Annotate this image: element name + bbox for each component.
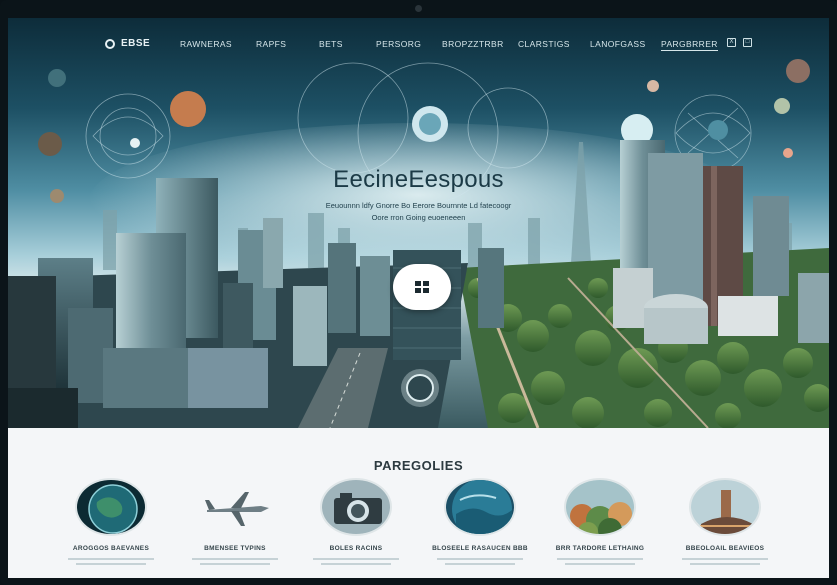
category-card[interactable]: BBEOLOAIL BEAVIEOS <box>670 478 780 565</box>
airplane-icon <box>199 478 271 536</box>
nav-link-5[interactable]: BROPZZTRBR <box>442 39 504 49</box>
twitter-icon[interactable]: X <box>727 38 736 47</box>
card-label: AROGGOS BAEVANES <box>72 545 150 552</box>
laptop-frame: EBSE RAWNERAS RAPFS BETS PERSORG BROPZZT… <box>0 0 837 585</box>
category-card[interactable]: BMENSEE TVPINS <box>180 478 290 565</box>
nav-link-3[interactable]: BETS <box>319 39 343 49</box>
card-text-line <box>76 563 146 565</box>
card-label: BLOSEELE RASAUCEN BBB <box>432 545 528 552</box>
landmark-icon <box>689 478 761 536</box>
share-icon[interactable]: □ <box>743 38 752 47</box>
card-text-line <box>321 563 391 565</box>
card-label: BOLES RACINS <box>329 545 383 552</box>
nav-link-1[interactable]: RAWNERAS <box>180 39 232 49</box>
category-card[interactable]: BLOSEELE RASAUCEN BBB <box>425 478 535 565</box>
camera-icon <box>320 478 392 536</box>
hero-cta-button[interactable] <box>393 264 451 310</box>
logo-text: EBSE <box>121 38 151 49</box>
hero-banner: EBSE RAWNERAS RAPFS BETS PERSORG BROPZZT… <box>8 18 829 428</box>
nav-link-7[interactable]: LANOFGASS <box>590 39 646 49</box>
logo-mark-icon <box>105 38 115 49</box>
nav-link-2[interactable]: RAPFS <box>256 39 286 49</box>
hero-subtitle-line-2: Oore rron Going euoeneeen <box>371 213 466 222</box>
category-card[interactable]: BRR TARDORE LETHAING <box>545 478 655 565</box>
ocean-planet-icon <box>444 478 516 536</box>
card-text-line <box>437 558 523 560</box>
earth-globe-icon <box>75 478 147 536</box>
webcam <box>415 5 422 12</box>
site-logo[interactable]: EBSE <box>105 38 150 49</box>
grid-icon <box>415 281 429 293</box>
category-card[interactable]: AROGGOS BAEVANES <box>56 478 166 565</box>
card-label: BRR TARDORE LETHAING <box>555 545 645 552</box>
card-text-line <box>192 558 278 560</box>
landscape-icon <box>564 478 636 536</box>
card-text-line <box>565 563 635 565</box>
card-text-line <box>690 563 760 565</box>
hero-subtitle-line-1: Eeuounnn ldfy Gnorre Bo Eerore Bournnte … <box>325 201 512 210</box>
top-navigation: EBSE RAWNERAS RAPFS BETS PERSORG BROPZZT… <box>8 18 829 68</box>
card-text-line <box>68 558 154 560</box>
categories-section: PAREGOLIES AROGGOS BAEVANES BMENSEE TVPI… <box>8 428 829 578</box>
card-text-line <box>313 558 399 560</box>
hero-title: EecineEespous <box>333 166 504 193</box>
nav-link-6[interactable]: CLARSTIGS <box>518 39 570 49</box>
browser-screen: EBSE RAWNERAS RAPFS BETS PERSORG BROPZZT… <box>8 18 829 578</box>
nav-link-4[interactable]: PERSORG <box>376 39 421 49</box>
card-text-line <box>682 558 768 560</box>
section-title: PAREGOLIES <box>373 458 464 473</box>
card-text-line <box>445 563 515 565</box>
card-text-line <box>200 563 270 565</box>
nav-link-8-active[interactable]: PARGBRRER <box>661 39 718 51</box>
card-label: BBEOLOAIL BEAVIEOS <box>685 545 765 552</box>
card-label: BMENSEE TVPINS <box>204 545 266 552</box>
hero-subtitle: Eeuounnn ldfy Gnorre Bo Eerore Bournnte … <box>278 200 559 224</box>
scroll-indicator-icon[interactable] <box>406 374 434 402</box>
card-text-line <box>557 558 643 560</box>
category-card[interactable]: BOLES RACINS <box>301 478 411 565</box>
